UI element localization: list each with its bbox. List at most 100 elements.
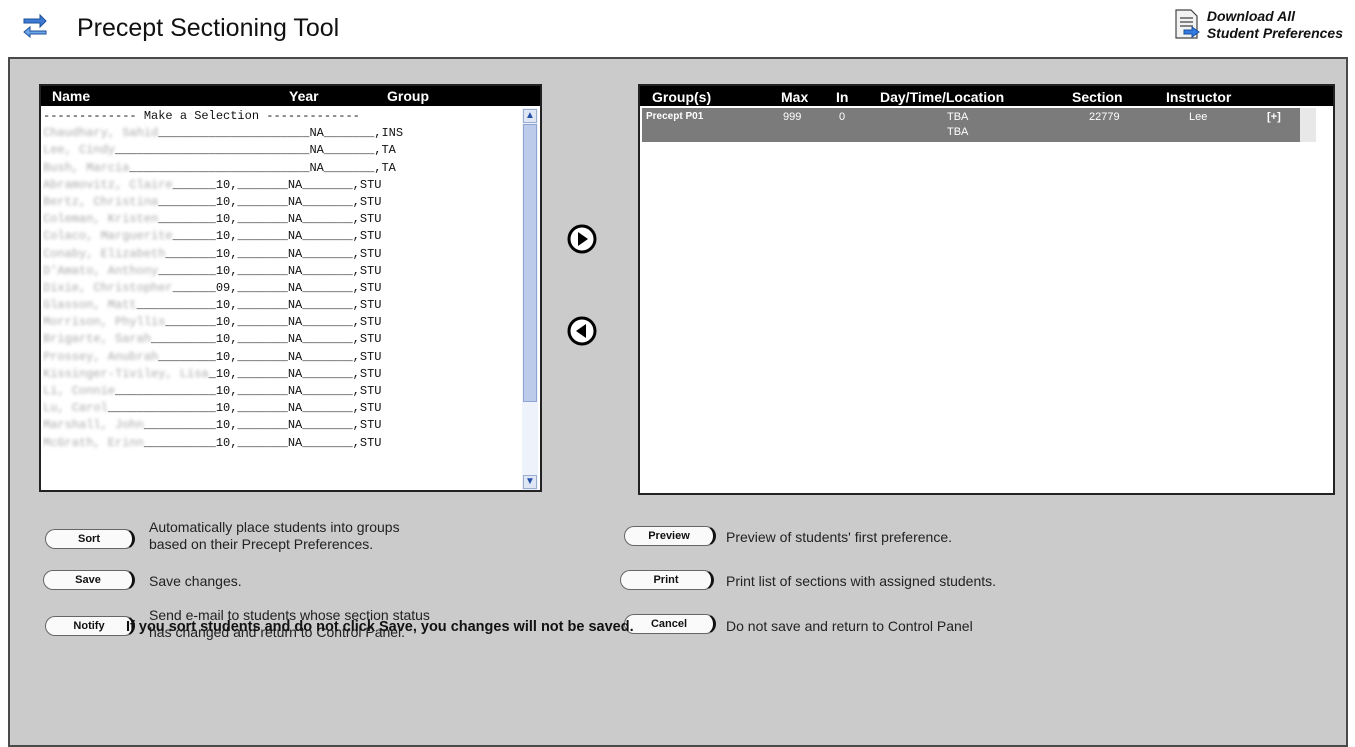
student-name: Chaudhary, Sahid <box>43 126 159 141</box>
scroll-down-icon[interactable]: ▼ <box>523 475 537 489</box>
preview-button[interactable]: Preview <box>624 526 716 546</box>
list-item[interactable]: McGrath, Erinn__________10,_______NA____… <box>43 435 521 452</box>
name-filler: _______________ <box>107 401 216 416</box>
name-filler: _______ <box>165 315 216 330</box>
group-dtl-2: TBA <box>947 126 969 138</box>
list-item[interactable]: Marshall, John__________10,_______NA____… <box>43 417 521 434</box>
list-item[interactable]: Kissinger-Tiviley, Lisa_10,_______NA____… <box>43 366 521 383</box>
year-filler: ,_______ <box>230 280 288 295</box>
year-filler: _____________ <box>215 143 310 158</box>
student-role: STU <box>359 349 382 364</box>
list-item[interactable]: Prossey, Anubrah________10,_______NA____… <box>43 349 521 366</box>
student-role: STU <box>359 435 382 450</box>
download-preferences-link[interactable]: Download All Student Preferences <box>1173 8 1343 42</box>
group-in: 0 <box>839 111 846 123</box>
student-year: 10 <box>215 366 231 381</box>
list-item[interactable]: Glasson, Matt___________10,_______NA____… <box>43 297 521 314</box>
student-year: 10 <box>215 315 231 330</box>
students-list-scrollbar[interactable]: ▲ ▼ <box>522 108 538 490</box>
student-group: NA <box>287 418 303 433</box>
group-filler: _______, <box>302 418 360 433</box>
list-item[interactable]: Li, Connie______________10,_______NA____… <box>43 383 521 400</box>
group-filler: _______, <box>302 332 360 347</box>
student-group: NA <box>287 229 303 244</box>
student-role: TA <box>381 160 396 175</box>
sort-desc-line-1: Automatically place students into groups <box>149 519 400 535</box>
year-filler: ,_______ <box>230 177 288 192</box>
col-in: In <box>836 89 849 105</box>
cancel-button[interactable]: Cancel <box>624 614 716 634</box>
download-link-text[interactable]: Download All Student Preferences <box>1207 8 1343 42</box>
year-filler: ,_______ <box>230 418 288 433</box>
notify-button[interactable]: Notify <box>45 616 135 636</box>
name-filler: ___________ <box>136 298 216 313</box>
list-item[interactable]: Coleman, Kristen________10,_______NA____… <box>43 211 521 228</box>
student-role: STU <box>359 384 382 398</box>
student-role: STU <box>359 194 382 209</box>
list-item[interactable]: Morrison, Phyllis_______10,_______NA____… <box>43 314 521 331</box>
name-filler: __________ <box>143 435 216 450</box>
group-filler: _______, <box>302 246 360 261</box>
scroll-up-icon[interactable]: ▲ <box>523 109 537 123</box>
name-filler: ______ <box>172 177 216 192</box>
list-item[interactable]: Colaco, Marguerite______10,_______NA____… <box>43 228 521 245</box>
student-name: Glasson, Matt <box>43 298 137 313</box>
list-item[interactable]: Abramovitz, Claire______10,_______NA____… <box>43 177 521 194</box>
list-item[interactable]: ------------- Make a Selection ---------… <box>43 108 521 125</box>
year-filler: _____________ <box>215 160 310 175</box>
year-filler: ,_______ <box>230 435 288 450</box>
list-item[interactable]: Brigarte, Sarah_________10,_______NA____… <box>43 331 521 348</box>
list-item[interactable]: Lee, Cindy___________________________NA_… <box>43 142 521 159</box>
list-item[interactable]: Lu, Carol_______________10,_______NA____… <box>43 400 521 417</box>
student-role: STU <box>359 263 382 278</box>
group-filler: _______, <box>323 126 382 141</box>
print-description: Print list of sections with assigned stu… <box>726 573 997 589</box>
student-role: STU <box>359 298 382 313</box>
group-filler: _______, <box>302 384 360 398</box>
groups-table-header: Group(s) Max In Day/Time/Location Sectio… <box>640 86 1333 106</box>
list-item[interactable]: Bush, Marcia_________________________NA_… <box>43 160 521 177</box>
group-filler: _______, <box>302 315 360 330</box>
download-line-2[interactable]: Student Preferences <box>1207 25 1343 42</box>
group-section: 22779 <box>1089 111 1120 123</box>
list-item[interactable]: Dixie, Christopher______09,_______NA____… <box>43 280 521 297</box>
name-filler: ________ <box>158 349 216 364</box>
col-group: Group <box>387 88 429 104</box>
expand-icon[interactable]: [+] <box>1267 111 1281 123</box>
student-group: NA <box>287 366 303 381</box>
group-filler: _______, <box>302 435 360 450</box>
download-line-1[interactable]: Download All <box>1207 8 1343 25</box>
student-year: 10 <box>215 332 231 347</box>
name-filler: ______________ <box>115 143 216 158</box>
year-filler: ,_______ <box>230 229 288 244</box>
name-filler: ____________ <box>129 160 216 175</box>
list-item[interactable]: Chaudhary, Sahid_____________________NA_… <box>43 125 521 142</box>
save-description: Save changes. <box>149 573 242 589</box>
students-list-body[interactable]: ------------- Make a Selection ---------… <box>43 108 521 490</box>
year-filler: _____________ <box>215 126 310 141</box>
save-button[interactable]: Save <box>43 570 135 590</box>
student-name: Brigarte, Sarah <box>43 332 152 347</box>
group-row[interactable]: Precept P01 999 0 TBA TBA 22779 Lee [+] <box>642 108 1300 142</box>
student-year: 10 <box>215 418 231 433</box>
students-list-header: Name Year Group <box>41 86 540 106</box>
arrow-left-circle-icon[interactable] <box>567 316 597 346</box>
name-filler: ______ <box>172 229 216 244</box>
year-filler: ,_______ <box>230 401 288 416</box>
student-year: 10 <box>215 263 231 278</box>
student-name: Kissinger-Tiviley, Lisa <box>43 366 209 381</box>
print-button[interactable]: Print <box>620 570 714 590</box>
group-name[interactable]: Precept P01 <box>646 111 703 122</box>
list-item[interactable]: Conaby, Elizabeth_______10,_______NA____… <box>43 246 521 263</box>
student-name: Lee, Cindy <box>43 143 116 158</box>
arrow-right-circle-icon[interactable] <box>567 224 597 254</box>
list-item[interactable]: Bertz, Christina________10,_______NA____… <box>43 194 521 211</box>
list-item[interactable]: D'Amato, Anthony________10,_______NA____… <box>43 263 521 280</box>
sort-button[interactable]: Sort <box>45 529 135 549</box>
scroll-thumb[interactable] <box>523 124 537 402</box>
student-group: NA <box>287 246 303 261</box>
students-listbox[interactable]: Name Year Group ------------- Make a Sel… <box>39 84 542 492</box>
year-filler: ,_______ <box>230 349 288 364</box>
student-name: Colaco, Marguerite <box>43 229 173 244</box>
student-group: NA <box>309 126 324 141</box>
